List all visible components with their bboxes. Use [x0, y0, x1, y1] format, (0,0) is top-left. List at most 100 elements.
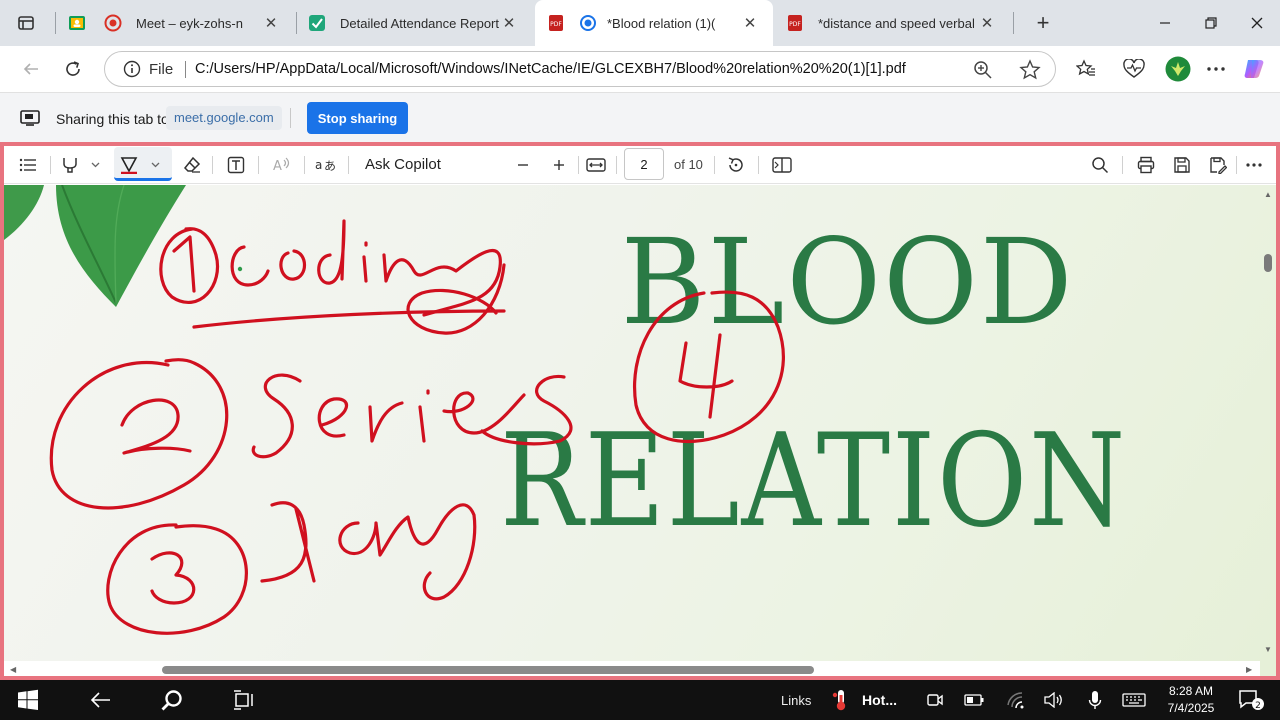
svg-text:あ: あ [324, 159, 336, 173]
stop-sharing-button[interactable]: Stop sharing [307, 102, 408, 134]
profile-avatar-icon[interactable] [1165, 56, 1191, 82]
horizontal-scroll-thumb[interactable] [162, 666, 814, 674]
tab-attendance[interactable]: Detailed Attendance Report ✕ [308, 0, 532, 46]
rotate-icon[interactable] [724, 153, 748, 177]
add-text-icon[interactable] [224, 153, 248, 177]
chevron-down-icon[interactable] [148, 153, 162, 177]
svg-text:PDF: PDF [550, 21, 562, 28]
page-total: of 10 [674, 157, 703, 172]
close-icon[interactable]: ✕ [978, 14, 996, 32]
sharing-host: meet.google.com [166, 106, 282, 130]
back-arrow-icon[interactable] [88, 688, 112, 712]
links-toolbar[interactable]: Links [781, 693, 811, 708]
tab-actions-icon[interactable] [8, 8, 44, 38]
google-classroom-icon[interactable] [66, 12, 88, 34]
close-window-button[interactable] [1234, 8, 1280, 38]
translate-icon[interactable]: aあ [314, 153, 338, 177]
tab-distance-speed[interactable]: PDF *distance and speed verbal ✕ [786, 0, 1010, 46]
toolbar-separator [1236, 156, 1237, 174]
favorite-star-icon[interactable] [1019, 59, 1041, 81]
meet-record-icon [104, 14, 122, 32]
new-tab-button[interactable]: + [1030, 10, 1056, 36]
toolbar-separator [50, 156, 51, 174]
svg-text:a: a [315, 158, 322, 172]
eraser-icon[interactable] [180, 153, 204, 177]
battery-icon[interactable] [962, 688, 986, 712]
meet-now-icon[interactable] [924, 688, 946, 712]
annotation-circle-2 [49, 358, 229, 510]
keyboard-icon[interactable] [1120, 688, 1148, 712]
tab-title: Detailed Attendance Report [340, 15, 499, 31]
weather-label[interactable]: Hot... [862, 692, 897, 708]
notification-center-icon[interactable]: 2 [1236, 688, 1266, 712]
minimize-button[interactable] [1142, 8, 1188, 38]
pdf-icon: PDF [547, 14, 565, 32]
toolbar-separator [304, 156, 305, 174]
toolbar-separator [616, 156, 617, 174]
close-icon[interactable]: ✕ [262, 14, 280, 32]
zoom-icon[interactable] [973, 60, 993, 80]
back-button[interactable] [16, 54, 46, 84]
refresh-icon [66, 61, 80, 76]
windows-start-icon[interactable] [16, 688, 40, 712]
read-aloud-icon[interactable]: A [270, 153, 294, 177]
zoom-in-icon[interactable] [548, 153, 570, 177]
contents-list-icon[interactable] [16, 153, 40, 177]
annotation-numeral-4 [678, 333, 734, 419]
tab-title: Meet – eyk-zohs-n [136, 15, 243, 31]
windows-taskbar: Links Hot... 8:28 AM 7/4/2025 2 [0, 680, 1280, 720]
ask-copilot-button[interactable]: Ask Copilot [365, 156, 441, 173]
close-icon[interactable]: ✕ [500, 14, 518, 32]
task-view-icon[interactable] [232, 688, 256, 712]
restore-button[interactable] [1188, 8, 1234, 38]
copilot-icon[interactable] [1241, 56, 1267, 82]
scroll-right-icon[interactable]: ▶ [1246, 665, 1252, 674]
highlight-icon[interactable] [58, 153, 82, 177]
network-icon[interactable] [1004, 688, 1028, 712]
address-bar[interactable]: File C:/Users/HP/AppData/Local/Microsoft… [104, 51, 1056, 87]
annotation-word-coding [230, 219, 502, 317]
tab-separator [1013, 12, 1014, 34]
annotation-numeral-1 [172, 235, 196, 293]
system-clock[interactable]: 8:28 AM 7/4/2025 [1156, 683, 1226, 717]
svg-text:PDF: PDF [789, 21, 801, 28]
page-number-input[interactable]: 2 [624, 148, 664, 180]
scroll-up-icon[interactable]: ▲ [1264, 190, 1272, 199]
favorites-icon[interactable] [1073, 56, 1099, 82]
zoom-out-icon[interactable] [512, 153, 534, 177]
browser-essentials-icon[interactable] [1121, 56, 1147, 82]
url-text[interactable]: C:/Users/HP/AppData/Local/Microsoft/Wind… [195, 61, 906, 77]
save-icon[interactable] [1170, 153, 1194, 177]
address-row: File C:/Users/HP/AppData/Local/Microsoft… [0, 46, 1280, 92]
tab-strip: Meet – eyk-zohs-n ✕ Detailed Attendance … [0, 0, 1280, 46]
save-as-icon[interactable] [1206, 153, 1230, 177]
toolbar-separator [348, 156, 349, 174]
vertical-scroll-thumb[interactable] [1264, 254, 1272, 272]
search-icon[interactable] [160, 688, 184, 712]
draw-pen-icon[interactable] [117, 153, 141, 177]
tab-title: *distance and speed verbal [818, 15, 975, 31]
print-icon[interactable] [1134, 153, 1158, 177]
volume-icon[interactable] [1042, 688, 1066, 712]
annotation-numeral-3 [150, 551, 196, 605]
tab-blood-relation[interactable]: PDF *Blood relation (1)( ✕ [535, 0, 773, 46]
sharing-text: Sharing this tab to [56, 111, 169, 127]
pdf-page-view[interactable]: BLOOD RELATION [4, 185, 1276, 676]
annotation-circle-3 [106, 523, 248, 635]
search-icon[interactable] [1088, 153, 1112, 177]
tab-meet[interactable]: Meet – eyk-zohs-n ✕ [104, 0, 294, 46]
close-icon[interactable]: ✕ [741, 14, 759, 32]
refresh-button[interactable] [58, 54, 88, 84]
scroll-left-icon[interactable]: ◀ [10, 665, 16, 674]
chevron-down-icon[interactable] [88, 153, 102, 177]
scroll-down-icon[interactable]: ▼ [1264, 645, 1272, 654]
weather-thermometer-icon[interactable] [830, 688, 852, 712]
fit-to-page-icon[interactable] [584, 153, 608, 177]
microphone-icon[interactable] [1084, 688, 1106, 712]
scheme-label: File [149, 61, 174, 78]
info-icon[interactable] [123, 60, 141, 78]
page-view-icon[interactable] [770, 153, 794, 177]
more-options-icon[interactable] [1242, 153, 1266, 177]
more-options-icon[interactable] [1203, 56, 1229, 82]
annotation-circle-4 [633, 290, 785, 444]
